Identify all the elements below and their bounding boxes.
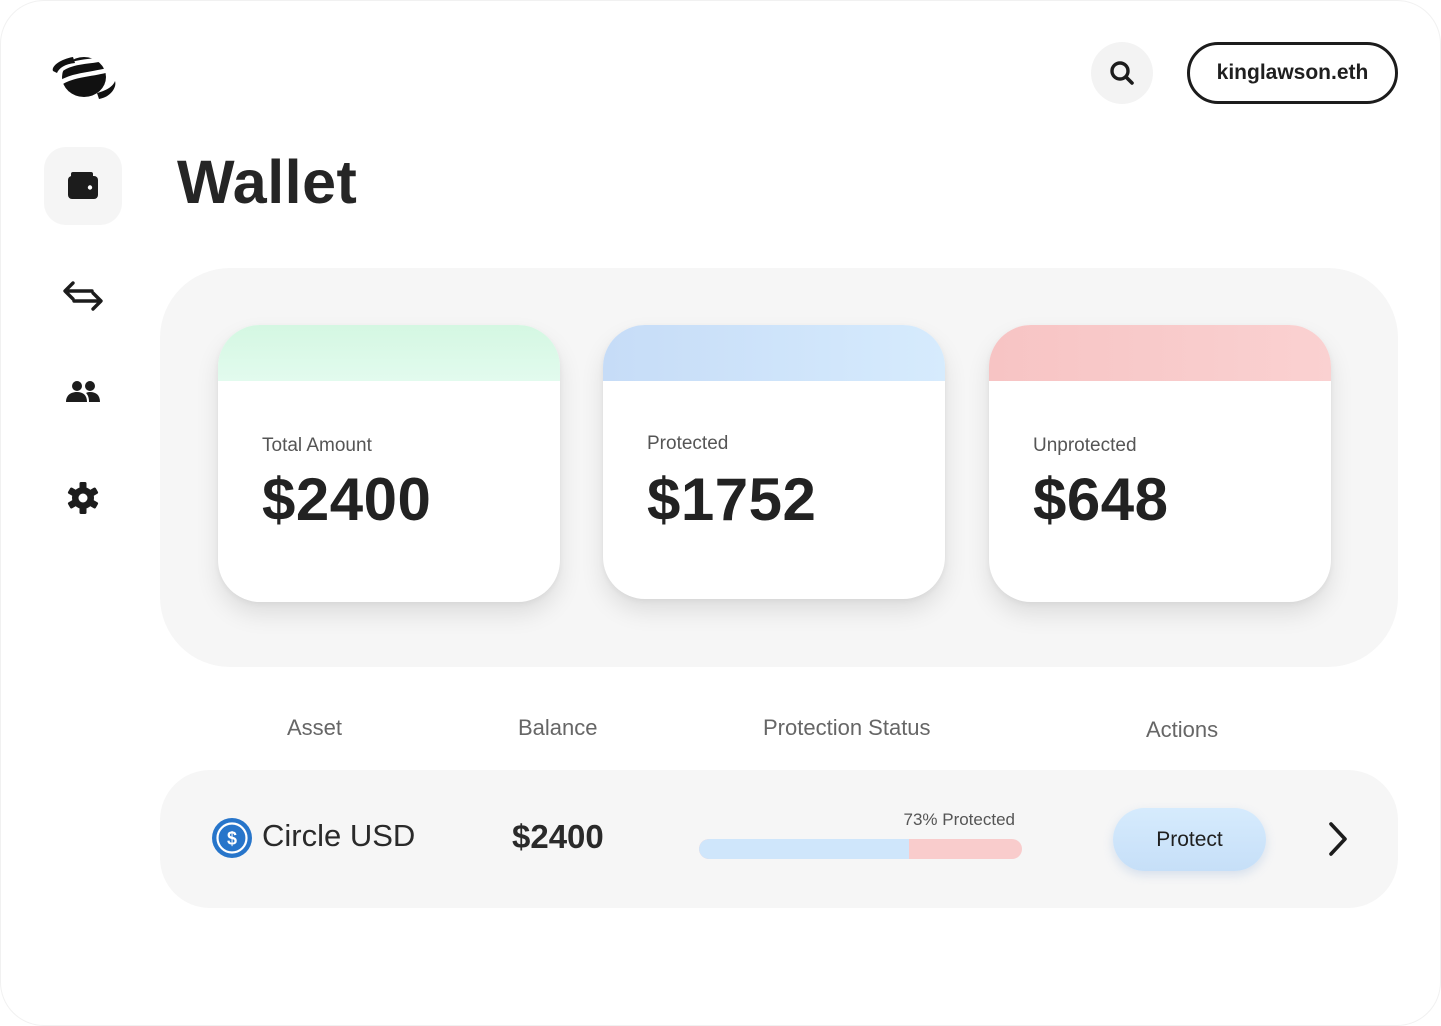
wallet-icon: [68, 172, 98, 199]
card-value: $648: [1033, 466, 1169, 533]
search-icon: [1110, 61, 1134, 85]
protection-label: 73% Protected: [903, 810, 1015, 829]
swap-arrows-icon: [63, 281, 103, 311]
svg-text:$: $: [227, 829, 237, 849]
gear-icon: [67, 482, 99, 514]
column-header-balance: Balance: [518, 715, 598, 740]
protection-progress-bar: [699, 839, 1022, 859]
asset-name: Circle USD: [262, 818, 416, 853]
asset-balance: $2400: [512, 818, 604, 855]
unprotected-card: Unprotected $648: [989, 325, 1331, 602]
protect-button[interactable]: Protect: [1113, 808, 1266, 871]
card-accent: [989, 325, 1331, 381]
chevron-right-icon[interactable]: [1323, 820, 1353, 858]
people-icon: [66, 381, 100, 402]
usdc-coin-icon: $: [212, 818, 252, 858]
total-amount-card: Total Amount $2400: [218, 325, 560, 602]
protection-progress-fill: [699, 839, 909, 859]
card-accent: [603, 325, 945, 381]
sidebar-item-transfer[interactable]: [44, 257, 122, 335]
column-header-protection-status: Protection Status: [763, 715, 931, 740]
card-value: $2400: [262, 466, 432, 533]
sidebar-item-settings[interactable]: [44, 459, 122, 537]
search-button[interactable]: [1091, 42, 1153, 104]
summary-panel: Total Amount $2400 Protected $1752 Unpro…: [160, 268, 1398, 667]
card-label: Unprotected: [1033, 435, 1137, 456]
table-row[interactable]: $ Circle USD $2400 73% Protected Protect: [160, 770, 1398, 908]
sidebar-item-contacts[interactable]: [44, 353, 122, 431]
protected-card: Protected $1752: [603, 325, 945, 599]
card-label: Total Amount: [262, 435, 372, 456]
card-value: $1752: [647, 466, 817, 533]
page-title: Wallet: [177, 148, 358, 216]
sidebar-item-wallet[interactable]: [44, 147, 122, 225]
brand-logo: [52, 54, 116, 99]
column-header-actions: Actions: [1146, 717, 1219, 742]
card-label: Protected: [647, 433, 729, 454]
card-accent: [218, 325, 560, 381]
account-button[interactable]: kinglawson.eth: [1187, 42, 1398, 104]
app-frame: kinglawson.eth Wallet Total Amount $2400…: [0, 0, 1441, 1026]
column-header-asset: Asset: [287, 715, 343, 740]
